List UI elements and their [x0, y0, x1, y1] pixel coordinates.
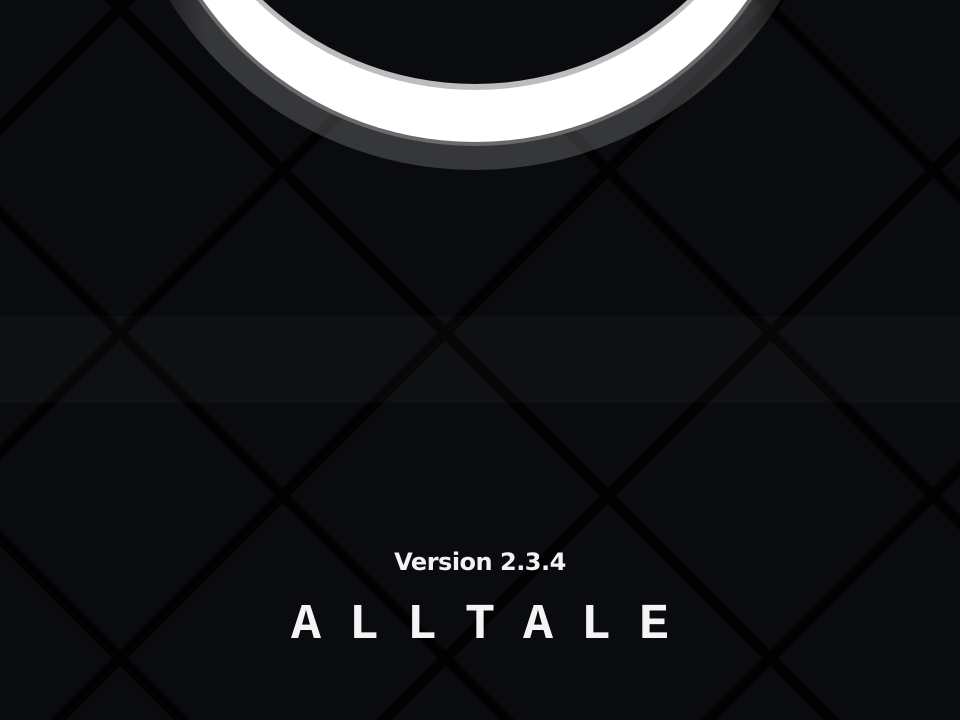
game-title: ALLTALE [290, 597, 698, 654]
highlight-band [0, 316, 960, 403]
logo-ring-icon [169, 0, 781, 170]
version-label: Version 2.3.4 [394, 548, 566, 576]
title-screen: Version 2.3.4 ALLTALE [0, 0, 960, 720]
